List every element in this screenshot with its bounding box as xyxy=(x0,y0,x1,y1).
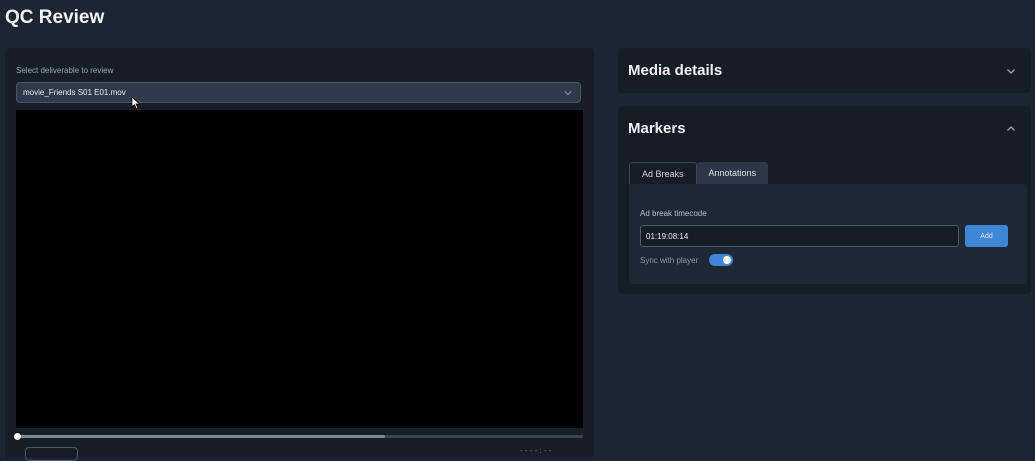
tab-annotations[interactable]: Annotations xyxy=(696,162,769,184)
markers-tabs: Ad Breaks Annotations xyxy=(629,162,769,184)
tab-ad-breaks[interactable]: Ad Breaks xyxy=(629,162,697,184)
deliverable-select[interactable]: movie_Friends S01 E01.mov xyxy=(16,82,581,103)
scrubber-buffered-bar xyxy=(16,435,385,438)
sync-with-player-label: Sync with player xyxy=(640,256,699,265)
player-scrubber[interactable] xyxy=(14,433,583,440)
chevron-down-icon xyxy=(564,91,572,96)
deliverable-select-label: Select deliverable to review xyxy=(16,66,114,75)
media-details-title: Media details xyxy=(628,62,723,79)
sync-with-player-toggle[interactable] xyxy=(709,254,733,266)
ad-breaks-tab-content: Ad break timecode Add Sync with player xyxy=(629,184,1027,284)
media-details-panel[interactable]: Media details xyxy=(618,48,1031,93)
deliverable-select-value: movie_Friends S01 E01.mov xyxy=(23,88,126,97)
markers-panel: Markers Ad Breaks Annotations Ad break t… xyxy=(618,106,1031,294)
cursor-icon xyxy=(131,96,141,110)
ad-break-timecode-input[interactable] xyxy=(640,225,959,247)
video-player[interactable] xyxy=(16,110,583,428)
review-panel: Select deliverable to review movie_Frien… xyxy=(5,48,594,461)
scrubber-handle[interactable] xyxy=(14,433,21,440)
chevron-down-icon[interactable] xyxy=(1005,65,1017,77)
toggle-knob xyxy=(723,256,731,264)
page-title: QC Review xyxy=(5,7,105,28)
chevron-up-icon[interactable] xyxy=(1005,123,1017,135)
player-control-button[interactable] xyxy=(25,447,78,461)
ad-break-timecode-label: Ad break timecode xyxy=(640,209,707,218)
add-ad-break-button[interactable]: Add xyxy=(965,225,1008,247)
markers-title: Markers xyxy=(628,120,686,137)
